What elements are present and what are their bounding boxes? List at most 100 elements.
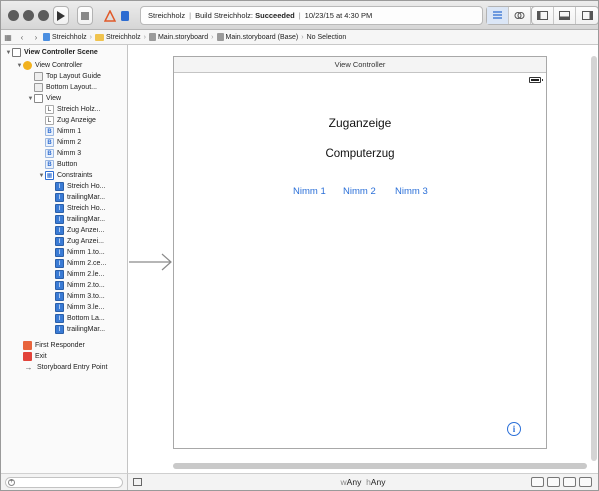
nimm-1-button[interactable]: Nimm 1 [293,186,326,197]
outline-item-button[interactable]: B Nimm 2 [1,137,127,148]
view-controller-view[interactable]: Zuganzeige Computerzug Nimm 1 Nimm 2 Nim… [174,73,546,449]
outline-label: trailingMar... [67,194,106,201]
info-icon[interactable]: i [507,422,521,436]
outline-item-constraint[interactable]: I Bottom La... [1,313,127,324]
status-build-prefix: Build Streichholz: [195,11,254,20]
assistant-editor-button[interactable] [509,7,531,24]
outline-item-constraint[interactable]: I Streich Ho... [1,181,127,192]
size-class-control[interactable]: wAny hAny [128,477,598,487]
zoom-window-button[interactable] [38,10,49,21]
disclosure-down-icon[interactable]: ▼ [38,173,45,179]
button-icon: B [45,160,54,169]
chevron-right-icon: › [301,33,304,41]
outline-label: Nimm 2 [57,139,82,146]
view-controller-icon [23,61,32,70]
jumpbar-item-group[interactable]: Streichholz [94,33,141,41]
disclosure-down-icon[interactable]: ▼ [5,50,12,56]
storyboard-file-icon [148,33,156,41]
xcode-window: Streichholz | Build Streichholz: Succeed… [0,0,599,491]
vertical-scrollbar[interactable] [591,56,597,461]
outline-item-constraint[interactable]: I Zug Anzeı... [1,225,127,236]
outline-item-constraint[interactable]: I Zug Anzei... [1,236,127,247]
outline-item-constraint[interactable]: I Nimm 2.ce... [1,258,127,269]
view-controller-scene[interactable]: View Controller Zuganzeige Computerzug N… [173,56,547,449]
outline-label: trailingMar... [67,326,106,333]
outline-label: Streich Ho... [67,205,106,212]
outline-item-view-controller[interactable]: ▼ View Controller [1,60,127,71]
toggle-navigator-button[interactable] [532,7,554,24]
related-items-icon[interactable]: ▦ [1,33,15,42]
storyboard-file-icon [216,33,224,41]
add-icon[interactable]: + [8,479,15,486]
stack-icon[interactable] [531,477,544,487]
outline-item-button[interactable]: B Nimm 1 [1,126,127,137]
stop-button[interactable] [77,6,93,25]
outline-item-constraint[interactable]: I Nimm 3.to... [1,291,127,302]
outline-label: Storyboard Entry Point [37,364,108,371]
outline-label: Top Layout Guide [46,73,101,80]
zuganzeige-label[interactable]: Zuganzeige [174,116,546,130]
jumpbar-item-storyboard[interactable]: Main.storyboard [148,33,208,41]
toggle-debug-area-button[interactable] [554,7,576,24]
standard-editor-button[interactable] [487,7,509,24]
run-button[interactable] [53,6,69,25]
outline-label: View Controller [35,62,83,69]
outline-item-exit[interactable]: Exit [1,351,127,362]
outline-item-constraint[interactable]: ItrailingMar... [1,192,127,203]
outline-item-label[interactable]: L Zug Anzeige [1,115,127,126]
constraint-icon: I [55,226,64,235]
jumpbar-item-storyboard-base[interactable]: Main.storyboard (Base) [216,33,298,41]
layout-guide-icon [34,83,43,92]
outline-item-constraint[interactable]: I Nimm 3.le... [1,302,127,313]
storyboard-canvas[interactable]: View Controller Zuganzeige Computerzug N… [128,45,598,473]
toolbar: Streichholz | Build Streichholz: Succeed… [1,1,598,30]
align-icon[interactable] [547,477,560,487]
jumpbar-item-selection[interactable]: No Selection [307,34,347,41]
utilities-panel-icon [581,11,593,20]
outline-item-button[interactable]: B Button [1,159,127,170]
disclosure-down-icon[interactable]: ▼ [16,63,23,69]
outline-item-first-responder[interactable]: First Responder [1,340,127,351]
computerzug-label[interactable]: Computerzug [174,148,546,160]
minimize-window-button[interactable] [23,10,34,21]
jump-bar: ▦ ‹ › Streichholz › Streichholz › Main.s… [1,30,598,45]
scene-title: View Controller [174,57,546,73]
outline-item-button[interactable]: B Nimm 3 [1,148,127,159]
nimm-3-button[interactable]: Nimm 3 [395,186,428,197]
outline-item-constraint[interactable]: I Nimm 1.to... [1,247,127,258]
outline-label: View [46,95,62,102]
outline-item-scene[interactable]: ▼ View Controller Scene [1,47,127,58]
outline-item-top-layout-guide[interactable]: Top Layout Guide [1,71,127,82]
disclosure-down-icon[interactable]: ▼ [27,96,34,102]
standard-editor-icon [493,11,502,19]
constraint-icon: I [55,237,64,246]
toggle-utilities-button[interactable] [576,7,598,24]
outline-filter-field[interactable]: + [5,477,123,488]
scheme-selector[interactable] [102,6,138,25]
close-window-button[interactable] [8,10,19,21]
outline-item-entry-point[interactable]: → Storyboard Entry Point [1,362,127,373]
constraint-icon: I [55,204,64,213]
jumpbar-item-project[interactable]: Streichholz [43,33,87,41]
forward-icon[interactable]: › [29,33,43,42]
horizontal-scrollbar[interactable] [173,463,587,469]
outline-item-constraint[interactable]: I Streich Ho... [1,203,127,214]
storyboard-entry-arrow-icon[interactable] [128,251,173,273]
back-icon[interactable]: ‹ [15,33,29,42]
resolve-icon[interactable] [579,477,592,487]
outline-item-bottom-layout-guide[interactable]: Bottom Layout... [1,82,127,93]
outline-item-constraint[interactable]: ItrailingMar... [1,324,127,335]
assistant-editor-icon [514,12,525,19]
outline-item-constraints[interactable]: ▼ ▦ Constraints [1,170,127,181]
nimm-2-button[interactable]: Nimm 2 [343,186,376,197]
label-icon: L [45,105,54,114]
constraint-icon: I [55,259,64,268]
outline-item-constraint[interactable]: I Nimm 2.to... [1,280,127,291]
outline-item-constraint[interactable]: ItrailingMar... [1,214,127,225]
exit-icon [23,352,32,361]
outline-item-view[interactable]: ▼ View [1,93,127,104]
canvas-bottom-bar: wAny hAny [128,473,598,490]
outline-item-constraint[interactable]: I Nimm 2.le... [1,269,127,280]
pin-icon[interactable] [563,477,576,487]
outline-item-label[interactable]: L Streich Holz... [1,104,127,115]
